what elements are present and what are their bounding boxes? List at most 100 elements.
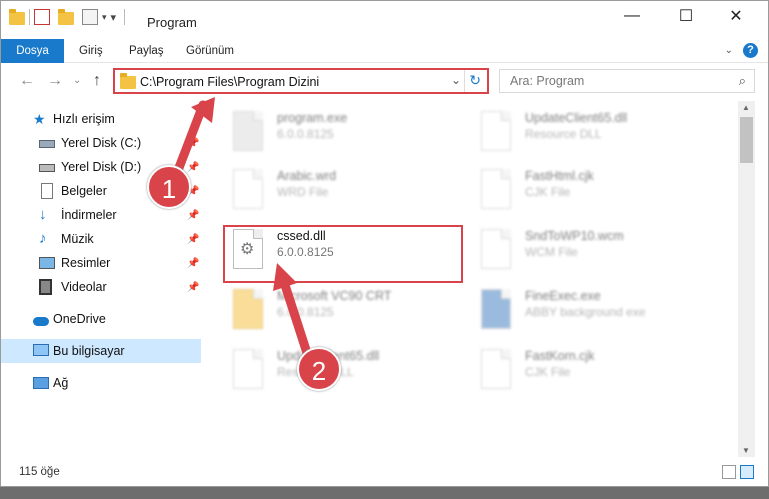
pictures-icon xyxy=(39,257,55,269)
pin-icon[interactable]: 📌 xyxy=(187,234,199,245)
item-count: 115 öğe xyxy=(19,466,60,478)
help-icon[interactable]: ? xyxy=(743,43,758,58)
vertical-scrollbar[interactable]: ▲ ▼ xyxy=(738,101,755,457)
scroll-up-icon[interactable]: ▲ xyxy=(742,103,750,112)
close-button[interactable]: ✕ xyxy=(713,1,759,31)
quick-access-toolbar: ▾ ▾ xyxy=(9,9,126,25)
file-detail: WRD File xyxy=(277,185,329,199)
file-item[interactable]: Microsoft VC90 CRT 6.0.0.8125 xyxy=(229,287,469,341)
address-dropdown-icon[interactable]: ⌄ xyxy=(451,73,461,87)
file-item[interactable]: program.exe 6.0.0.8125 xyxy=(229,109,469,163)
scrollbar-thumb[interactable] xyxy=(740,117,753,163)
file-detail: ABBY background exe xyxy=(525,305,646,319)
network-icon xyxy=(33,377,49,389)
pin-icon[interactable]: 📌 xyxy=(187,210,199,221)
search-icon: ⌕ xyxy=(738,73,746,88)
address-divider xyxy=(464,70,465,92)
minimize-button[interactable]: — xyxy=(609,1,655,31)
file-name: UpdateClient65.dll xyxy=(525,111,628,125)
star-icon: ★ xyxy=(33,111,46,127)
folder-icon xyxy=(120,73,136,89)
file-detail: WCM File xyxy=(525,245,578,259)
pin-icon[interactable]: 📌 xyxy=(187,282,199,293)
status-bar: 115 öğe xyxy=(1,461,768,485)
tab-share[interactable]: Paylaş xyxy=(129,39,164,63)
computer-icon xyxy=(33,344,49,356)
sidebar-item-pictures[interactable]: Resimler 📌 xyxy=(1,251,201,275)
sidebar-item-network[interactable]: Ağ xyxy=(1,371,201,395)
exe-icon xyxy=(229,109,267,155)
pin-icon[interactable]: 📌 xyxy=(187,258,199,269)
tiles-view-icon[interactable] xyxy=(740,465,754,479)
ribbon-expand-icon[interactable]: ⌄ xyxy=(725,45,733,56)
dll-icon xyxy=(477,109,515,155)
back-button[interactable]: ← xyxy=(19,72,35,90)
maximize-button[interactable]: ☐ xyxy=(663,1,709,31)
sidebar-item-label: Videolar xyxy=(61,280,107,294)
scroll-down-icon[interactable]: ▼ xyxy=(742,446,750,455)
sidebar-item-quick-access[interactable]: ★ Hızlı erişim xyxy=(1,107,201,131)
chevron-down-icon[interactable]: ▾ xyxy=(102,12,107,23)
file-name: FastKorn.cjk xyxy=(525,349,595,363)
forward-button[interactable]: → xyxy=(47,72,63,90)
file-highlight-box xyxy=(223,225,463,283)
file-detail: CJK File xyxy=(525,185,571,199)
up-button[interactable]: ↑ xyxy=(93,72,101,90)
refresh-icon[interactable]: ↻ xyxy=(469,72,481,89)
toolbar-divider xyxy=(29,9,30,25)
file-item[interactable]: FastKorn.cjk CJK File xyxy=(477,347,717,401)
file-name: program.exe xyxy=(277,111,348,125)
details-view-icon[interactable] xyxy=(722,465,736,479)
sidebar-item-label: OneDrive xyxy=(53,312,106,326)
pin-icon[interactable]: 📌 xyxy=(187,138,199,149)
download-icon: ↓ xyxy=(39,206,47,223)
file-icon xyxy=(477,227,515,273)
search-box[interactable]: Ara: Program ⌕ xyxy=(499,69,755,93)
music-icon: ♪ xyxy=(39,230,47,247)
file-item[interactable]: SndToWP10.wcm WCM File xyxy=(477,227,717,281)
sidebar-item-label: Bu bilgisayar xyxy=(53,344,125,358)
view-switcher xyxy=(722,465,754,479)
sidebar-item-videos[interactable]: Videolar 📌 xyxy=(1,275,201,299)
pin-icon[interactable]: 📌 xyxy=(187,162,199,173)
tab-view[interactable]: Görünüm xyxy=(186,39,234,63)
sidebar-item-music[interactable]: ♪ Müzik 📌 xyxy=(1,227,201,251)
sidebar-item-this-pc[interactable]: Bu bilgisayar xyxy=(1,339,201,363)
documents-icon xyxy=(41,183,53,199)
drive-icon xyxy=(39,164,55,172)
address-bar[interactable]: C:\Program Files\Program Dizini ⌄ ↻ xyxy=(113,68,489,94)
recent-locations-icon[interactable]: ⌄ xyxy=(73,75,81,86)
tab-home[interactable]: Giriş xyxy=(79,39,103,63)
callout-badge-2: 2 xyxy=(297,347,341,391)
sidebar-item-label: Müzik xyxy=(61,232,94,246)
navigation-bar: ← → ⌄ ↑ C:\Program Files\Program Dizini … xyxy=(1,63,768,101)
exe-icon xyxy=(477,287,515,333)
address-path[interactable]: C:\Program Files\Program Dizini xyxy=(140,75,319,89)
file-item[interactable]: Arabic.wrd WRD File xyxy=(229,167,469,221)
folder-icon xyxy=(229,287,267,333)
file-item[interactable]: UpdateClient65.dll Resource DLL xyxy=(229,347,469,401)
sidebar-item-onedrive[interactable]: OneDrive xyxy=(1,307,201,331)
file-name: FastHtml.cjk xyxy=(525,169,594,183)
file-icon xyxy=(229,167,267,213)
file-item[interactable]: FastHtml.cjk CJK File xyxy=(477,167,717,221)
properties-icon[interactable] xyxy=(34,9,50,25)
title-bar: ▾ ▾ Program — ☐ ✕ xyxy=(1,1,768,39)
file-item[interactable]: UpdateClient65.dll Resource DLL xyxy=(477,109,717,163)
sidebar-item-local-disk-c[interactable]: Yerel Disk (C:) 📌 xyxy=(1,131,201,155)
callout-badge-1: 1 xyxy=(147,165,191,209)
new-folder-icon[interactable] xyxy=(58,9,74,25)
file-detail: 6.0.0.8125 xyxy=(277,127,334,141)
file-detail: CJK File xyxy=(525,365,571,379)
file-item[interactable]: FineExec.exe ABBY background exe xyxy=(477,287,717,341)
navigation-pane: ★ Hızlı erişim Yerel Disk (C:) 📌 Yerel D… xyxy=(1,103,203,455)
sidebar-item-label: Yerel Disk (C:) xyxy=(61,136,142,150)
dll-icon xyxy=(229,347,267,393)
sidebar-item-label: Resimler xyxy=(61,256,111,270)
search-placeholder[interactable]: Ara: Program xyxy=(510,74,584,88)
file-icon xyxy=(477,167,515,213)
sidebar-item-label: İndirmeler xyxy=(61,208,117,222)
customize-icon[interactable] xyxy=(82,9,98,25)
sidebar-item-label: Yerel Disk (D:) xyxy=(61,160,142,174)
dropdown-arrow-icon[interactable]: ▾ xyxy=(111,11,117,24)
